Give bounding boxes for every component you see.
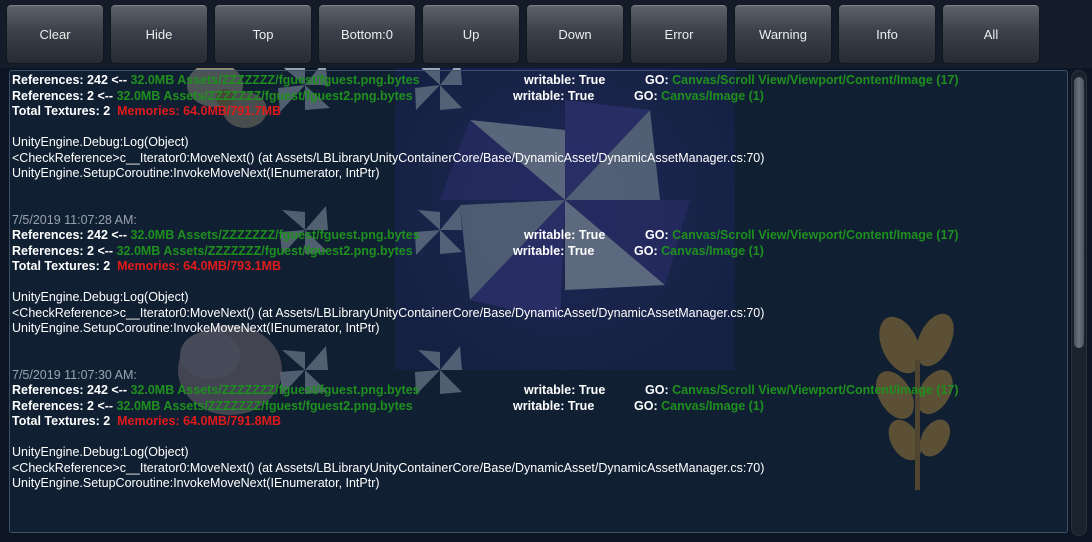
reference-count: References: 2 <-- [12, 88, 117, 103]
warning-filter-button[interactable]: Warning [734, 4, 832, 64]
writable-flag: writable: True [513, 88, 595, 103]
totals-line: Total Textures: 2 Memories: 64.0MB/791.7… [12, 104, 1062, 120]
reference-detail: 32.0MB Assets/ZZZZZZZ/fguest/fguest.png.… [130, 73, 420, 87]
reference-line: References: 2 <-- 32.0MB Assets/ZZZZZZZ/… [12, 89, 1062, 105]
reference-count: References: 2 <-- [12, 398, 117, 413]
clear-button[interactable]: Clear [6, 4, 104, 64]
log-timestamp: 7/5/2019 11:07:28 AM: [12, 212, 137, 227]
writable-flag: writable: True [524, 383, 606, 397]
all-filter-button[interactable]: All [942, 4, 1040, 64]
go-label: GO: [645, 73, 673, 87]
info-filter-button[interactable]: Info [838, 4, 936, 64]
writable-flag: writable: True [513, 398, 595, 413]
stack-line: UnityEngine.SetupCoroutine:InvokeMoveNex… [12, 166, 380, 180]
reference-count: References: 242 <-- [12, 73, 131, 87]
stack-line: <CheckReference>c__Iterator0:MoveNext() … [12, 460, 765, 475]
reference-line: References: 2 <-- 32.0MB Assets/ZZZZZZZ/… [12, 244, 1062, 260]
stack-line: <CheckReference>c__Iterator0:MoveNext() … [12, 305, 765, 320]
reference-count: References: 242 <-- [12, 383, 131, 397]
memories-value: Memories: 64.0MB/791.7MB [117, 104, 282, 118]
reference-line: References: 242 <-- 32.0MB Assets/ZZZZZZ… [12, 383, 1062, 399]
log-content: References: 242 <-- 32.0MB Assets/ZZZZZZ… [12, 73, 1062, 492]
bottom-button[interactable]: Bottom:0 [318, 4, 416, 64]
stack-line: UnityEngine.SetupCoroutine:InvokeMoveNex… [12, 476, 380, 490]
total-textures: Total Textures: 2 [12, 414, 111, 428]
writable-flag: writable: True [524, 73, 606, 87]
reference-detail: 32.0MB Assets/ZZZZZZZ/fguest/fguest2.png… [116, 398, 413, 413]
reference-count: References: 242 <-- [12, 228, 131, 242]
go-label: GO: [634, 243, 662, 258]
go-path: Canvas/Scroll View/Viewport/Content/Imag… [672, 383, 959, 397]
reference-detail: 32.0MB Assets/ZZZZZZZ/fguest/fguest2.png… [116, 243, 413, 258]
top-button[interactable]: Top [214, 4, 312, 64]
stack-line: UnityEngine.Debug:Log(Object) [12, 290, 189, 304]
reference-line: References: 242 <-- 32.0MB Assets/ZZZZZZ… [12, 228, 1062, 244]
go-label: GO: [634, 398, 662, 413]
reference-detail: 32.0MB Assets/ZZZZZZZ/fguest/fguest2.png… [116, 88, 413, 103]
stack-line: UnityEngine.Debug:Log(Object) [12, 445, 189, 459]
log-timestamp: 7/5/2019 11:07:30 AM: [12, 367, 137, 382]
totals-line: Total Textures: 2 Memories: 64.0MB/791.8… [12, 414, 1062, 430]
down-button[interactable]: Down [526, 4, 624, 64]
toolbar: Clear Hide Top Bottom:0 Up Down Error Wa… [0, 0, 1092, 68]
total-textures: Total Textures: 2 [12, 259, 111, 273]
reference-count: References: 2 <-- [12, 243, 117, 258]
up-button[interactable]: Up [422, 4, 520, 64]
hide-button[interactable]: Hide [110, 4, 208, 64]
go-label: GO: [645, 383, 673, 397]
reference-line: References: 242 <-- 32.0MB Assets/ZZZZZZ… [12, 73, 1062, 89]
reference-detail: 32.0MB Assets/ZZZZZZZ/fguest/fguest.png.… [130, 383, 420, 397]
scrollbar-thumb[interactable] [1074, 77, 1084, 348]
log-scrollbar[interactable] [1071, 70, 1087, 536]
go-path: Canvas/Scroll View/Viewport/Content/Imag… [672, 228, 959, 242]
error-filter-button[interactable]: Error [630, 4, 728, 64]
reference-line: References: 2 <-- 32.0MB Assets/ZZZZZZZ/… [12, 399, 1062, 415]
go-label: GO: [634, 88, 662, 103]
go-path: Canvas/Image (1) [661, 243, 764, 258]
memories-value: Memories: 64.0MB/793.1MB [117, 259, 282, 273]
go-label: GO: [645, 228, 673, 242]
go-path: Canvas/Image (1) [661, 398, 764, 413]
totals-line: Total Textures: 2 Memories: 64.0MB/793.1… [12, 259, 1062, 275]
stack-line: UnityEngine.Debug:Log(Object) [12, 135, 189, 149]
go-path: Canvas/Image (1) [661, 88, 764, 103]
memories-value: Memories: 64.0MB/791.8MB [117, 414, 282, 428]
writable-flag: writable: True [513, 243, 595, 258]
stack-line: <CheckReference>c__Iterator0:MoveNext() … [12, 150, 765, 165]
reference-detail: 32.0MB Assets/ZZZZZZZ/fguest/fguest.png.… [130, 228, 420, 242]
writable-flag: writable: True [524, 228, 606, 242]
total-textures: Total Textures: 2 [12, 104, 111, 118]
go-path: Canvas/Scroll View/Viewport/Content/Imag… [672, 73, 959, 87]
stack-line: UnityEngine.SetupCoroutine:InvokeMoveNex… [12, 321, 380, 335]
